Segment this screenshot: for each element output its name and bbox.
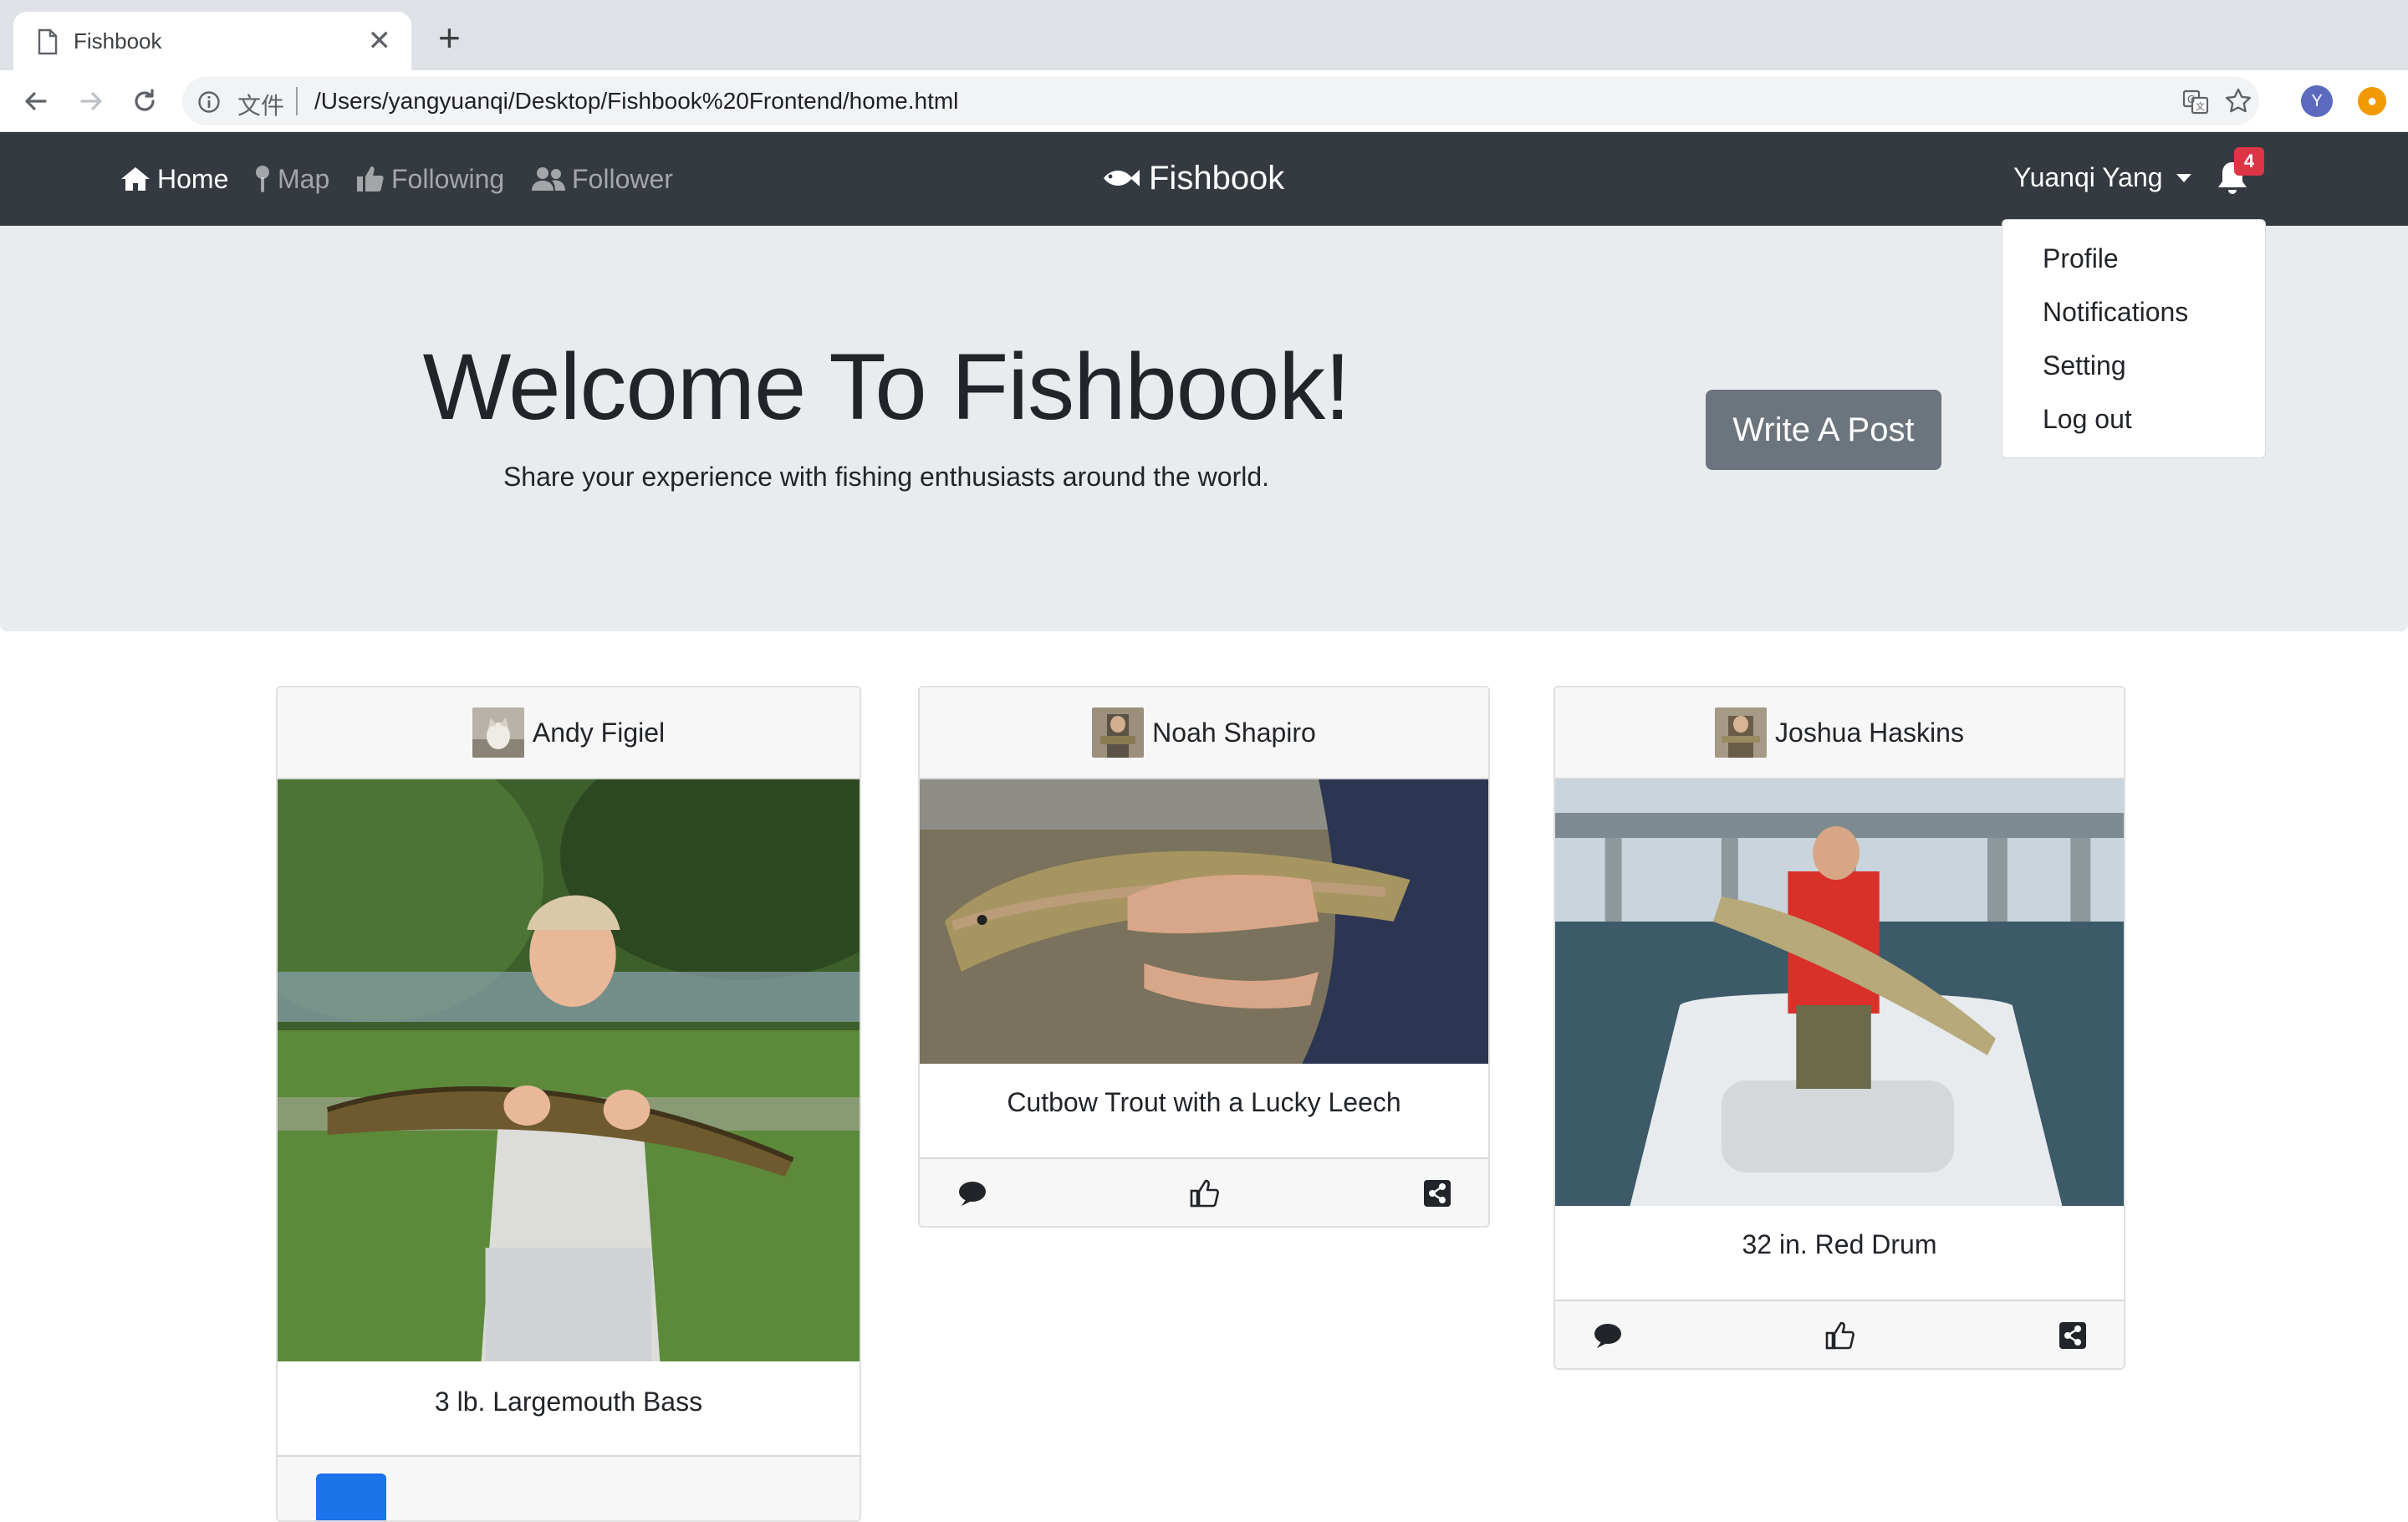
- post-card-header: Joshua Haskins: [1555, 687, 2124, 779]
- menu-item-setting[interactable]: Setting: [2002, 339, 2265, 392]
- nav-map-label: Map: [278, 163, 330, 194]
- like-icon[interactable]: [1824, 1320, 1856, 1351]
- translate-icon[interactable]: G 文: [2182, 89, 2209, 115]
- browser-toolbar: 文件 /Users/yangyuanqi/Desktop/Fishbook%20…: [0, 70, 2408, 132]
- info-icon[interactable]: [197, 90, 221, 114]
- users-icon: [532, 167, 565, 191]
- post-caption: 3 lb. Largemouth Bass: [434, 1387, 703, 1417]
- share-icon[interactable]: [2057, 1320, 2089, 1351]
- svg-text:G: G: [2187, 94, 2195, 105]
- nav-map[interactable]: Map: [254, 161, 329, 197]
- welcome-title: Welcome To Fishbook!: [422, 335, 1351, 439]
- post-caption: Cutbow Trout with a Lucky Leech: [1007, 1087, 1401, 1117]
- post-actions: [1555, 1300, 2124, 1368]
- author-avatar[interactable]: [1092, 707, 1145, 758]
- post-card-header: Andy Figiel: [278, 687, 860, 779]
- notification-badge: 4: [2234, 147, 2264, 176]
- author-name[interactable]: Andy Figiel: [533, 718, 665, 748]
- nav-home[interactable]: Home: [120, 161, 228, 197]
- thumbs-up-icon: [357, 166, 384, 192]
- menu-item-notifications[interactable]: Notifications: [2002, 285, 2265, 339]
- nav-follower[interactable]: Follower: [532, 161, 673, 197]
- tab-title: Fishbook: [74, 28, 162, 54]
- post-card: Andy Figiel 3 lb. Largemouth Bass: [276, 686, 861, 1522]
- post-photo[interactable]: [920, 779, 1488, 1064]
- site-navbar: Home Map Following Follower Fishbook Yua…: [0, 132, 2408, 226]
- post-card: Noah Shapiro Cutbow Trout with a Lucky L…: [918, 686, 1490, 1228]
- nav-follower-label: Follower: [572, 163, 673, 194]
- svg-text:文: 文: [2196, 100, 2205, 112]
- user-dropdown-menu: Profile Notifications Setting Log out: [2002, 219, 2266, 458]
- post-card: Joshua Haskins 32 in. Red Drum: [1553, 686, 2125, 1370]
- nav-home-label: Home: [157, 163, 229, 194]
- user-name: Yuanqi Yang: [2013, 162, 2163, 192]
- brand-logo[interactable]: Fishbook: [1100, 157, 1284, 199]
- author-avatar[interactable]: [1715, 707, 1768, 758]
- like-icon[interactable]: [1189, 1177, 1221, 1209]
- comment-icon[interactable]: [1592, 1320, 1624, 1351]
- forward-arrow-icon[interactable]: [74, 84, 109, 119]
- home-icon: [121, 167, 150, 191]
- author-name[interactable]: Noah Shapiro: [1152, 718, 1316, 748]
- url-text[interactable]: /Users/yangyuanqi/Desktop/Fishbook%20Fro…: [314, 88, 958, 115]
- address-divider: [296, 87, 298, 115]
- nav-following-label: Following: [391, 163, 505, 194]
- new-tab-button[interactable]: +: [438, 18, 461, 57]
- menu-item-logout[interactable]: Log out: [2002, 392, 2265, 446]
- post-caption: 32 in. Red Drum: [1742, 1229, 1937, 1259]
- page-icon: [38, 28, 58, 55]
- close-tab-icon[interactable]: ✕: [368, 27, 392, 55]
- fish-icon: [1104, 170, 1140, 186]
- caret-down-icon: [2176, 173, 2191, 182]
- post-card-header: Noah Shapiro: [920, 687, 1488, 779]
- address-bar[interactable]: 文件 /Users/yangyuanqi/Desktop/Fishbook%20…: [182, 77, 2259, 125]
- browser-tab-strip: Fishbook ✕ +: [0, 0, 2408, 70]
- write-post-button[interactable]: Write A Post: [1706, 390, 1941, 470]
- post-photo[interactable]: [1555, 779, 2124, 1206]
- user-dropdown-toggle[interactable]: Yuanqi Yang: [2013, 162, 2191, 193]
- browser-tab[interactable]: Fishbook ✕: [13, 12, 411, 70]
- map-marker-icon: [256, 166, 269, 192]
- bookmark-star-icon[interactable]: [2224, 87, 2252, 115]
- comment-button-active[interactable]: [316, 1473, 386, 1520]
- share-icon[interactable]: [1421, 1177, 1453, 1209]
- author-avatar[interactable]: [472, 707, 524, 758]
- author-name[interactable]: Joshua Haskins: [1775, 718, 1964, 748]
- reload-icon[interactable]: [127, 84, 162, 119]
- file-scheme-label: 文件: [237, 93, 285, 119]
- post-photo[interactable]: [278, 779, 860, 1361]
- post-actions: [920, 1157, 1488, 1226]
- back-arrow-icon[interactable]: [18, 84, 54, 119]
- brand-name: Fishbook: [1149, 159, 1285, 197]
- comment-icon[interactable]: [957, 1177, 988, 1209]
- extension-icon[interactable]: ●: [2358, 87, 2386, 115]
- post-actions: [278, 1455, 860, 1520]
- welcome-subtitle: Share your experience with fishing enthu…: [503, 462, 1270, 492]
- browser-profile-avatar[interactable]: Y: [2301, 85, 2333, 117]
- menu-item-profile[interactable]: Profile: [2002, 232, 2265, 285]
- nav-following[interactable]: Following: [356, 161, 504, 197]
